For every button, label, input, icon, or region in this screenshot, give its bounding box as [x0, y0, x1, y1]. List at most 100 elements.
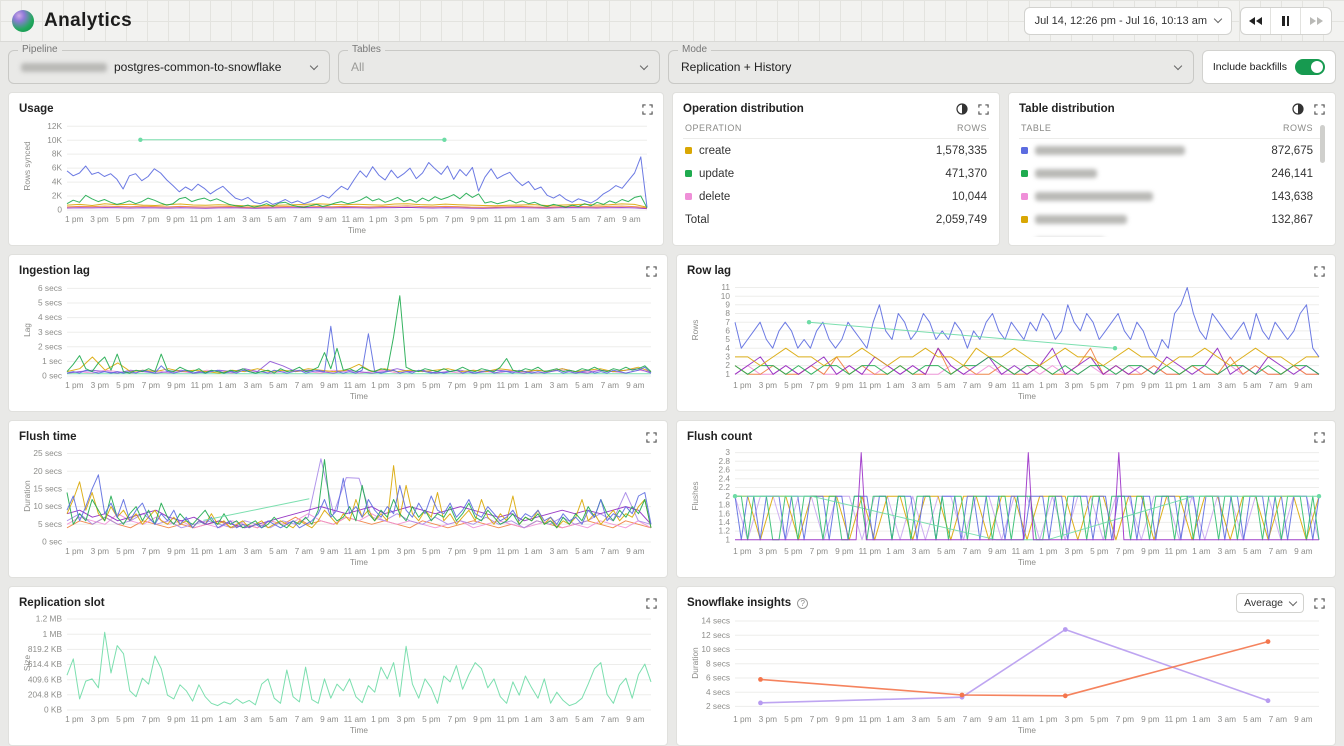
include-backfills-toggle[interactable]	[1295, 59, 1325, 75]
svg-text:11 pm: 11 pm	[859, 714, 882, 724]
include-backfills-control: Include backfills	[1202, 50, 1336, 84]
svg-text:11 pm: 11 pm	[1165, 546, 1188, 556]
expand-icon[interactable]	[646, 266, 657, 277]
chevron-down-icon	[1214, 15, 1222, 23]
aggregate-select[interactable]: Average	[1236, 593, 1304, 613]
expand-icon[interactable]	[1314, 266, 1325, 277]
svg-text:7 am: 7 am	[1269, 546, 1288, 556]
svg-text:6K: 6K	[52, 163, 63, 173]
svg-text:1 am: 1 am	[218, 380, 237, 390]
svg-text:3 pm: 3 pm	[759, 380, 778, 390]
svg-text:5 pm: 5 pm	[420, 214, 439, 224]
flush-count-chart: 11.21.41.61.822.22.42.62.831 pm3 pm5 pm7…	[687, 445, 1325, 569]
pipeline-select[interactable]: Pipeline postgres-common-to-snowflake	[8, 50, 330, 84]
pause-button[interactable]	[1271, 7, 1301, 35]
svg-text:1: 1	[725, 534, 730, 544]
mode-select[interactable]: Mode Replication + History	[668, 50, 1194, 84]
column-header: ROWS	[1283, 123, 1323, 133]
expand-icon[interactable]	[1314, 598, 1325, 609]
expand-icon[interactable]	[646, 432, 657, 443]
playback-controls	[1240, 7, 1332, 35]
svg-text:6: 6	[725, 326, 730, 336]
series-swatch	[685, 170, 692, 177]
svg-text:1 pm: 1 pm	[65, 546, 84, 556]
svg-text:7 pm: 7 pm	[142, 714, 161, 724]
svg-text:1 am: 1 am	[1192, 380, 1211, 390]
svg-text:20 secs: 20 secs	[33, 466, 62, 476]
chevron-down-icon	[1174, 61, 1182, 69]
svg-text:7 pm: 7 pm	[445, 214, 464, 224]
chevron-down-icon	[1289, 597, 1297, 605]
expand-icon[interactable]	[642, 104, 653, 115]
date-range-picker[interactable]: Jul 14, 12:26 pm - Jul 16, 10:13 am	[1024, 7, 1232, 35]
date-range-label: Jul 14, 12:26 pm - Jul 16, 10:13 am	[1035, 15, 1207, 27]
tables-select[interactable]: Tables All	[338, 50, 660, 84]
replication-slot-chart: 0 KB204.8 KB409.6 KB614.4 KB819.2 KB1 MB…	[19, 611, 657, 737]
expand-icon[interactable]	[978, 104, 989, 115]
svg-text:7 pm: 7 pm	[810, 546, 829, 556]
replication-slot-card: Replication slot 0 KB204.8 KB409.6 KB614…	[8, 586, 668, 746]
svg-text:4 secs: 4 secs	[706, 687, 730, 697]
fast-forward-button[interactable]	[1301, 7, 1331, 35]
svg-text:9 pm: 9 pm	[835, 714, 854, 724]
svg-text:9 pm: 9 pm	[1141, 546, 1160, 556]
svg-text:2.4: 2.4	[718, 473, 730, 483]
snowflake-insights-card: Snowflake insights ? Average 2 secs4 sec…	[676, 586, 1336, 746]
svg-text:11 pm: 11 pm	[190, 214, 213, 224]
svg-text:3: 3	[725, 352, 730, 362]
redacted-table-name	[1035, 146, 1185, 155]
series-swatch	[1021, 147, 1028, 154]
rewind-button[interactable]	[1241, 7, 1271, 35]
svg-text:5 am: 5 am	[937, 380, 956, 390]
dashboard-grid: Usage 02K4K6K8K10K12K1 pm3 pm5 pm7 pm9 p…	[0, 92, 1344, 746]
svg-text:Duration: Duration	[22, 480, 32, 512]
svg-text:9 am: 9 am	[626, 380, 645, 390]
svg-text:9 am: 9 am	[320, 380, 339, 390]
series-swatch	[1021, 216, 1028, 223]
pie-chart-icon[interactable]	[956, 103, 968, 115]
svg-text:409.6 KB: 409.6 KB	[28, 674, 63, 684]
svg-text:5 am: 5 am	[937, 546, 956, 556]
svg-text:1 pm: 1 pm	[1039, 714, 1058, 724]
svg-text:Size: Size	[22, 655, 32, 672]
series-swatch	[1021, 193, 1028, 200]
help-icon[interactable]: ?	[797, 598, 808, 609]
rewind-icon	[1256, 17, 1262, 25]
svg-text:1: 1	[725, 369, 730, 379]
svg-text:5 am: 5 am	[575, 380, 594, 390]
expand-icon[interactable]	[646, 598, 657, 609]
scrollbar-thumb[interactable]	[1320, 125, 1325, 163]
svg-text:11 pm: 11 pm	[191, 546, 214, 556]
svg-text:7 am: 7 am	[963, 380, 982, 390]
svg-text:11 pm: 11 pm	[497, 714, 520, 724]
svg-text:1 am: 1 am	[521, 214, 540, 224]
svg-text:5 am: 5 am	[1243, 546, 1262, 556]
svg-text:5 pm: 5 pm	[1090, 546, 1109, 556]
svg-text:2 secs: 2 secs	[706, 701, 730, 711]
svg-text:4K: 4K	[52, 177, 63, 187]
table-row: 143,638	[1019, 185, 1315, 208]
table-row: 132,867	[1019, 208, 1315, 231]
svg-text:7 pm: 7 pm	[810, 380, 829, 390]
svg-text:4 secs: 4 secs	[38, 312, 62, 322]
svg-text:7 am: 7 am	[293, 214, 312, 224]
svg-text:7 pm: 7 pm	[1116, 546, 1135, 556]
table-row: 872,675	[1019, 139, 1315, 162]
svg-text:7: 7	[725, 317, 730, 327]
svg-text:1 pm: 1 pm	[65, 380, 84, 390]
redacted-table-name	[1035, 192, 1153, 201]
svg-text:7 pm: 7 pm	[142, 546, 161, 556]
chevron-down-icon	[310, 61, 318, 69]
table-row: 84,567	[1019, 231, 1315, 237]
svg-text:15 secs: 15 secs	[33, 484, 62, 494]
expand-icon[interactable]	[1314, 104, 1325, 115]
pie-chart-icon[interactable]	[1292, 103, 1304, 115]
chevron-down-icon	[640, 61, 648, 69]
svg-text:7 am: 7 am	[601, 714, 620, 724]
expand-icon[interactable]	[1314, 432, 1325, 443]
svg-text:9 pm: 9 pm	[473, 380, 492, 390]
card-title: Table distribution	[1019, 103, 1115, 115]
svg-text:11 am: 11 am	[1012, 380, 1035, 390]
svg-text:5 am: 5 am	[269, 380, 288, 390]
ingestion-lag-card: Ingestion lag 0 sec1 sec2 secs3 secs4 se…	[8, 254, 668, 412]
